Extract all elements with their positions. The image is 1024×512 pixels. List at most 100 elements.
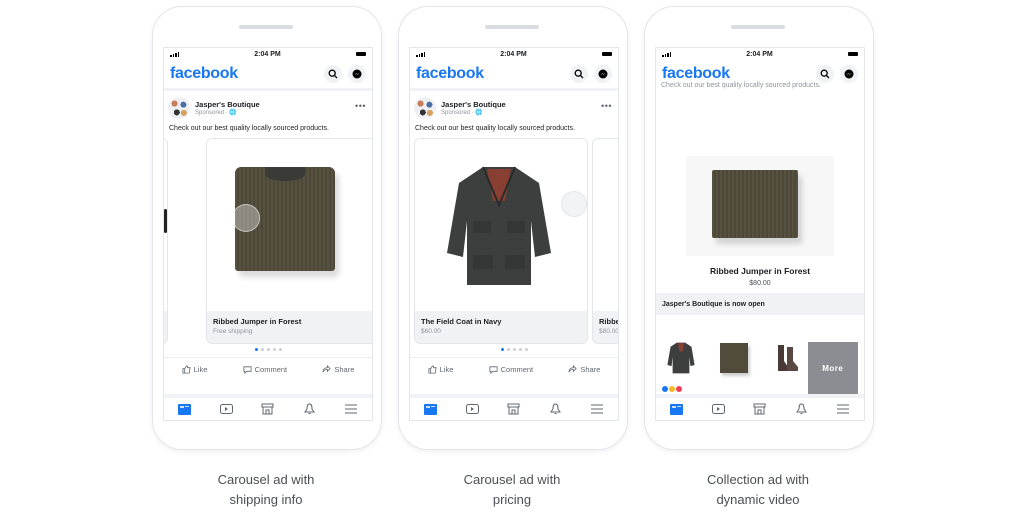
product-image: [415, 139, 587, 311]
comment-button[interactable]: Comment: [243, 364, 288, 374]
status-time: 2:04 PM: [500, 50, 527, 58]
tab-menu[interactable]: [343, 402, 359, 416]
comment-label: Comment: [254, 364, 288, 374]
like-button[interactable]: Like: [182, 364, 208, 374]
signal-icon: [170, 51, 179, 57]
phone-screen: 2:04 PM facebook Jasper's Boutique Spons…: [409, 47, 619, 421]
more-options-icon[interactable]: •••: [355, 101, 366, 111]
search-icon[interactable]: [816, 65, 834, 83]
avatar[interactable]: [168, 97, 190, 119]
tab-marketplace[interactable]: [506, 402, 522, 416]
caption-line: Carousel ad with: [217, 472, 315, 487]
battery-icon: [602, 52, 612, 56]
caption-line: Collection ad with: [707, 472, 809, 487]
post-actions: Like Comment Share: [410, 357, 618, 380]
tab-watch[interactable]: [464, 402, 480, 416]
sponsored-label: Sponsored · 🌐: [195, 110, 237, 116]
carousel-card[interactable]: The Field Coat in Navy $60.00: [414, 138, 588, 344]
facebook-logo[interactable]: facebook: [662, 65, 730, 83]
product-title: Ribbed Jumper in Forest: [709, 266, 811, 276]
collection-banner[interactable]: Jasper's Boutique is now open: [656, 293, 864, 315]
tab-menu[interactable]: [589, 402, 605, 416]
touch-indicator: [232, 204, 260, 232]
facebook-logo[interactable]: facebook: [170, 65, 238, 83]
next-arrow-button[interactable]: [561, 191, 587, 217]
like-button[interactable]: Like: [428, 364, 453, 374]
dot: [500, 348, 504, 351]
messenger-icon[interactable]: [840, 65, 858, 83]
status-time: 2:04 PM: [254, 50, 281, 58]
carousel-dots: [410, 348, 618, 351]
battery-icon: [848, 52, 858, 56]
carousel-dots: [164, 348, 372, 351]
thumb-boots[interactable]: [761, 332, 812, 384]
app-header: facebook: [410, 60, 618, 91]
caption-line: dynamic video: [716, 492, 800, 507]
tab-notifications[interactable]: [794, 402, 810, 416]
thumb-sweater[interactable]: [708, 332, 759, 384]
dot: [272, 348, 276, 351]
tab-marketplace[interactable]: [260, 402, 276, 416]
status-bar: 2:04 PM: [164, 48, 372, 60]
tab-news-feed[interactable]: [177, 402, 193, 416]
caption-line: Carousel ad with: [463, 472, 561, 487]
tab-watch[interactable]: [218, 402, 234, 416]
menu-icon: [345, 404, 358, 414]
caption-carousel-pricing: Carousel ad with pricing: [398, 470, 626, 510]
like-icon: [428, 364, 437, 374]
share-label: Share: [334, 364, 355, 374]
search-icon[interactable]: [570, 65, 588, 83]
tab-notifications[interactable]: [548, 402, 564, 416]
dot: [518, 348, 522, 351]
carousel-card-next[interactable]: Ribbed Jumper in Forest $80.00: [592, 138, 618, 344]
messenger-icon[interactable]: [594, 65, 612, 83]
caption-carousel-shipping: Carousel ad with shipping info: [152, 470, 380, 510]
share-icon: [322, 364, 332, 372]
carousel[interactable]: Ribbed Jumper in Forest Free shipping: [164, 138, 372, 344]
tab-marketplace[interactable]: [752, 402, 768, 416]
carousel-card-previous[interactable]: [164, 138, 168, 344]
dot: [524, 348, 528, 351]
page-name[interactable]: Jasper's Boutique: [441, 100, 506, 109]
dot: [278, 348, 282, 351]
search-icon[interactable]: [324, 65, 342, 83]
comment-icon: [489, 365, 498, 374]
comment-icon: [243, 365, 252, 374]
product-image: [593, 139, 618, 311]
tab-menu[interactable]: [835, 402, 851, 416]
post-header: Jasper's Boutique Sponsored · 🌐 •••: [164, 91, 372, 121]
thumb-coat[interactable]: [656, 332, 707, 384]
share-icon: [568, 364, 578, 372]
share-button[interactable]: Share: [568, 364, 600, 374]
bell-icon: [796, 403, 808, 414]
share-button[interactable]: Share: [322, 364, 355, 374]
messenger-icon[interactable]: [348, 65, 366, 83]
news-feed-icon: [178, 403, 192, 415]
dot: [512, 348, 516, 351]
tab-watch[interactable]: [710, 402, 726, 416]
status-time: 2:04 PM: [746, 50, 773, 58]
sponsored-label: Sponsored · 🌐: [441, 110, 483, 116]
carousel-card[interactable]: Ribbed Jumper in Forest Free shipping: [206, 138, 372, 344]
page-name[interactable]: Jasper's Boutique: [195, 100, 260, 109]
tab-notifications[interactable]: [302, 402, 318, 416]
avatar[interactable]: [414, 97, 436, 119]
post-text: Check out our best quality locally sourc…: [169, 125, 329, 132]
more-button[interactable]: More: [807, 342, 858, 394]
battery-icon: [356, 52, 366, 56]
app-header: facebook: [164, 60, 372, 91]
tab-news-feed[interactable]: [669, 402, 685, 416]
carousel[interactable]: The Field Coat in Navy $60.00 Ribbed Jum…: [410, 138, 618, 344]
tab-news-feed[interactable]: [423, 402, 439, 416]
more-options-icon[interactable]: •••: [601, 101, 612, 111]
like-label: Like: [193, 364, 208, 374]
video-area[interactable]: [656, 92, 864, 260]
facebook-logo[interactable]: facebook: [416, 65, 484, 83]
product-image: [164, 139, 167, 311]
reactions[interactable]: [662, 386, 682, 392]
dot: [254, 348, 258, 351]
shipping-info: Free shipping: [213, 328, 253, 335]
product-price: $60.00: [421, 328, 441, 335]
card-footer: The Field Coat in Navy $60.00: [415, 311, 587, 343]
comment-button[interactable]: Comment: [489, 365, 533, 374]
